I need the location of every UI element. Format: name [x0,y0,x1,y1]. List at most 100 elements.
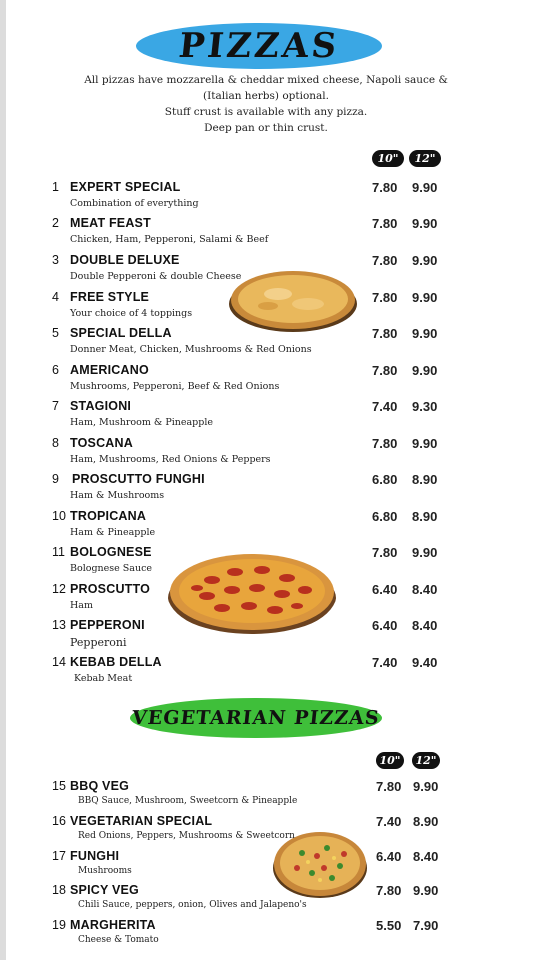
item-description: Red Onions, Peppers, Mushrooms & Sweetco… [78,831,295,841]
pizzas-title-banner: PIZZAS [136,23,382,69]
item-name: BBQ VEG [70,779,130,793]
item-number: 13 [52,618,66,632]
item-description: Ham & Pineapple [70,527,156,538]
item-name: AMERICANO [70,363,149,377]
item-description: Chili Sauce, peppers, onion, Olives and … [78,900,307,910]
menu-page: PIZZAS All pizzas have mozzarella & ched… [6,0,539,960]
price-12: 9.90 [412,253,438,268]
item-description: Ham & Mushrooms [70,490,165,501]
price-12: 9.90 [412,216,438,231]
price-10: 6.80 [372,509,398,524]
pizza-photo-cheese [229,271,357,332]
item-name: EXPERT SPECIAL [70,180,181,194]
price-10: 7.40 [376,814,402,829]
item-description: Cheese & Tomato [78,935,159,945]
item-description: Ham, Mushrooms, Red Onions & Peppers [70,454,271,465]
price-10: 7.80 [372,253,398,268]
item-number: 12 [52,582,66,596]
item-number: 3 [52,253,59,267]
item-number: 19 [52,918,66,932]
item-name: TOSCANA [70,436,133,450]
price-12: 9.90 [412,545,438,560]
item-description: Ham, Mushroom & Pineapple [70,417,213,428]
price-10: 6.40 [372,582,398,597]
item-description: Mushrooms, Pepperoni, Beef & Red Onions [70,381,280,392]
pizzas-title: PIZZAS [176,26,342,66]
item-number: 5 [52,326,59,340]
price-10: 6.80 [372,472,398,487]
intro-line: (Italian herbs) optional. [203,90,329,102]
item-number: 4 [52,290,59,304]
item-number: 1 [52,180,59,194]
item-description: Bolognese Sauce [70,563,153,574]
item-name: PROSCUTTO FUNGHI [72,472,205,486]
item-description: Pepperoni [70,636,127,649]
intro-line: Deep pan or thin crust. [204,122,328,134]
price-12: 8.90 [412,509,438,524]
price-12: 8.40 [413,849,439,864]
price-12: 9.30 [412,399,438,414]
item-name: VEGETARIAN SPECIAL [70,814,213,828]
item-number: 16 [52,814,66,828]
item-name: PEPPERONI [70,618,145,632]
item-description: Donner Meat, Chicken, Mushrooms & Red On… [70,344,312,355]
item-number: 9 [52,472,59,486]
item-name: DOUBLE DELUXE [70,253,180,267]
price-12: 7.90 [413,918,439,933]
price-12: 9.90 [413,883,439,898]
price-10: 7.80 [376,883,402,898]
item-number: 8 [52,436,59,450]
item-description: Your choice of 4 toppings [70,308,193,319]
item-name: SPICY VEG [70,883,139,897]
price-12: 8.90 [412,472,438,487]
item-name: TROPICANA [70,509,147,523]
item-name: KEBAB DELLA [70,655,162,669]
price-12: 9.90 [412,326,438,341]
item-name: SPECIAL DELLA [70,326,172,340]
item-number: 7 [52,399,59,413]
price-10: 7.80 [372,216,398,231]
item-description: Ham [70,600,93,611]
item-number: 17 [52,849,66,863]
price-10: 7.80 [372,180,398,195]
item-number: 2 [52,216,59,230]
vegetarian-title: VEGETARIAN PIZZAS [131,707,381,729]
price-10: 7.40 [372,399,398,414]
pizza-photo-pepperoni [168,554,336,634]
item-description: Kebab Meat [74,673,133,684]
price-10: 7.80 [372,545,398,560]
price-12: 9.90 [412,363,438,378]
intro-line: Stuff crust is available with any pizza. [164,106,368,118]
price-12: 9.90 [413,779,439,794]
item-name: MARGHERITA [70,918,156,932]
item-name: FREE STYLE [70,290,150,304]
price-10: 7.80 [372,436,398,451]
price-10: 7.80 [372,326,398,341]
price-10: 7.80 [372,290,398,305]
item-description: Combination of everything [70,198,199,209]
vegetarian-title-banner: VEGETARIAN PIZZAS [130,698,382,738]
price-12: 9.90 [412,436,438,451]
veg-size-12-badge: 12" [412,752,440,769]
price-12: 9.40 [412,655,438,670]
price-12: 9.90 [412,290,438,305]
price-10: 6.40 [376,849,402,864]
price-10: 5.50 [376,918,402,933]
item-number: 14 [52,655,66,669]
item-description: Mushrooms [78,866,132,876]
price-10: 7.80 [372,363,398,378]
item-name: STAGIONI [70,399,132,413]
item-number: 10 [52,509,66,523]
item-number: 15 [52,779,66,793]
item-number: 18 [52,883,66,897]
item-number: 6 [52,363,59,377]
intro-line: All pizzas have mozzarella & cheddar mix… [84,74,448,86]
item-number: 11 [52,545,65,559]
intro-text: All pizzas have mozzarella & cheddar mix… [66,72,466,136]
item-name: PROSCUTTO [70,582,151,596]
size-12-badge: 12" [409,150,441,167]
price-10: 7.80 [376,779,402,794]
price-10: 7.40 [372,655,398,670]
price-12: 8.40 [412,618,438,633]
price-12: 9.90 [412,180,438,195]
